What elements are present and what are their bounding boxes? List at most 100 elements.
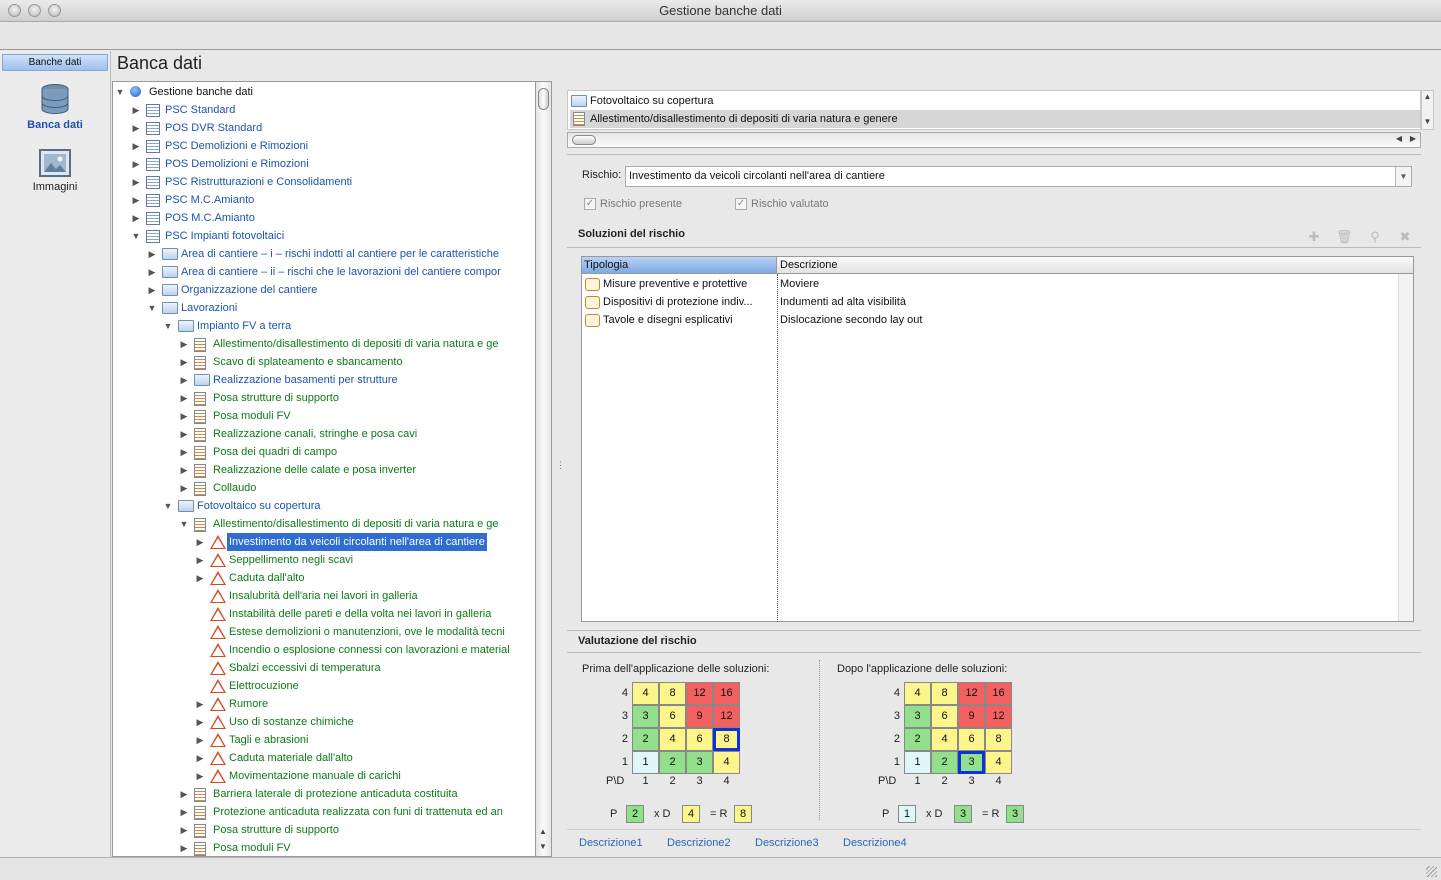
disclosure-closed-icon[interactable]: ▶	[179, 407, 189, 425]
tab-descrizione2[interactable]: Descrizione2	[667, 837, 731, 849]
tree-row[interactable]: ▼ Allestimento/disallestimento di deposit…	[113, 515, 535, 533]
tree-row[interactable]: ▼ Gestione banche dati	[113, 83, 535, 101]
tree-row[interactable]: ▶ Allestimento/disallestimento di deposit…	[113, 335, 535, 353]
close-window-button[interactable]	[8, 4, 21, 17]
table-scrollbar[interactable]	[1398, 274, 1413, 621]
disclosure-closed-icon[interactable]: ▶	[179, 425, 189, 443]
disclosure-closed-icon[interactable]: ▶	[179, 353, 189, 371]
disclosure-closed-icon[interactable]: ▶	[147, 263, 157, 281]
matrix-cell[interactable]: 8	[931, 682, 958, 705]
tree-row[interactable]: ▶ Movimentazione manuale di carichi	[113, 767, 535, 785]
tree-row[interactable]: ▶ POS Demolizioni e Rimozioni	[113, 155, 535, 173]
disclosure-closed-icon[interactable]: ▶	[195, 713, 205, 731]
disclosure-open-icon[interactable]: ▼	[179, 515, 189, 533]
tree-scrollbar-thumb[interactable]	[538, 88, 549, 110]
zoom-window-button[interactable]	[48, 4, 61, 17]
tree-row[interactable]: ▶ Investimento da veicoli circolanti nell…	[113, 533, 535, 551]
tree-row[interactable]: ▶ Protezione anticaduta realizzata con fu…	[113, 803, 535, 821]
matrix-cell[interactable]: 12	[713, 705, 740, 728]
disclosure-closed-icon[interactable]: ▶	[179, 461, 189, 479]
matrix-cell[interactable]: 6	[659, 705, 686, 728]
risk-select[interactable]: Investimento da veicoli circolanti nell'…	[625, 166, 1412, 187]
nav-item-immagini[interactable]: Immagini	[0, 149, 110, 193]
tree-row[interactable]: ▶ POS M.C.Amianto	[113, 209, 535, 227]
table-row[interactable]: Misure preventive e protettive Moviere	[582, 275, 1397, 293]
disclosure-closed-icon[interactable]: ▶	[147, 245, 157, 263]
disclosure-closed-icon[interactable]: ▶	[195, 695, 205, 713]
disclosure-closed-icon[interactable]: ▶	[179, 785, 189, 803]
scroll-left-arrow[interactable]: ◀	[1396, 134, 1402, 143]
tab-descrizione3[interactable]: Descrizione3	[755, 837, 819, 849]
disclosure-closed-icon[interactable]: ▶	[131, 101, 141, 119]
tree-row[interactable]: ▶ PSC Ristrutturazioni e Consolidamenti	[113, 173, 535, 191]
tab-descrizione4[interactable]: Descrizione4	[843, 837, 907, 849]
disclosure-closed-icon[interactable]: ▶	[131, 137, 141, 155]
disclosure-closed-icon[interactable]: ▶	[195, 767, 205, 785]
breadcrumb-scrollbar[interactable]: ▲ ▼	[1421, 90, 1434, 130]
tree-row[interactable]: Estese demolizioni o manutenzioni, ove l…	[113, 623, 535, 641]
minimize-window-button[interactable]	[28, 4, 41, 17]
risk-value[interactable]: 8	[734, 805, 752, 823]
matrix-cell[interactable]: 16	[985, 682, 1012, 705]
tree-row[interactable]: ▶ Organizzazione del cantiere	[113, 281, 535, 299]
nav-header[interactable]: Banche dati	[2, 54, 108, 71]
disclosure-closed-icon[interactable]: ▶	[131, 155, 141, 173]
matrix-cell[interactable]: 2	[632, 728, 659, 751]
tree-row[interactable]: ▶ Collaudo	[113, 479, 535, 497]
probability-value[interactable]: 2	[626, 805, 644, 823]
disclosure-open-icon[interactable]: ▼	[131, 227, 141, 245]
matrix-cell[interactable]: 3	[958, 751, 985, 774]
disclosure-closed-icon[interactable]: ▶	[195, 731, 205, 749]
scroll-down-arrow[interactable]: ▼	[539, 842, 547, 851]
disclosure-closed-icon[interactable]: ▶	[195, 569, 205, 587]
matrix-cell[interactable]: 4	[931, 728, 958, 751]
tree-row[interactable]: ▶ PSC Standard	[113, 101, 535, 119]
disclosure-closed-icon[interactable]: ▶	[147, 281, 157, 299]
disclosure-closed-icon[interactable]: ▶	[179, 443, 189, 461]
disclosure-closed-icon[interactable]: ▶	[179, 803, 189, 821]
trash-icon[interactable]: 🗑	[1336, 229, 1353, 245]
disclosure-open-icon[interactable]: ▼	[163, 317, 173, 335]
tree-row[interactable]: ▶ Caduta materiale dall'alto	[113, 749, 535, 767]
matrix-cell[interactable]: 8	[659, 682, 686, 705]
nav-item-banca-dati[interactable]: Banca dati	[0, 83, 110, 131]
tree-row[interactable]: ▶ Area di cantiere – ii – rischi che le l…	[113, 263, 535, 281]
tree-row[interactable]: ▶ Rumore	[113, 695, 535, 713]
tree-row[interactable]: ▶ PSC Demolizioni e Rimozioni	[113, 137, 535, 155]
tree-row[interactable]: ▶ POS DVR Standard	[113, 119, 535, 137]
disclosure-closed-icon[interactable]: ▶	[179, 335, 189, 353]
matrix-cell[interactable]: 3	[686, 751, 713, 774]
matrix-cell[interactable]: 1	[632, 751, 659, 774]
matrix-cell[interactable]: 6	[931, 705, 958, 728]
chevron-down-icon[interactable]: ▼	[1395, 167, 1411, 186]
tree-row[interactable]: Sbalzi eccessivi di temperatura	[113, 659, 535, 677]
tree-row[interactable]: ▶ Caduta dall'alto	[113, 569, 535, 587]
tree-row[interactable]: ▼ Impianto FV a terra	[113, 317, 535, 335]
tree-row[interactable]: ▶ PSC M.C.Amianto	[113, 191, 535, 209]
breadcrumb-item-folder[interactable]: Fotovoltaico su copertura	[570, 92, 1420, 110]
search-icon[interactable]: ⚲	[1367, 229, 1383, 245]
scroll-right-arrow[interactable]: ▶	[1410, 134, 1416, 143]
matrix-cell[interactable]: 4	[659, 728, 686, 751]
disclosure-closed-icon[interactable]: ▶	[179, 371, 189, 389]
disclosure-closed-icon[interactable]: ▶	[179, 839, 189, 856]
matrix-cell[interactable]: 4	[713, 751, 740, 774]
tree-row[interactable]: ▼ PSC Impianti fotovoltaici	[113, 227, 535, 245]
disclosure-closed-icon[interactable]: ▶	[131, 173, 141, 191]
matrix-cell[interactable]: 2	[904, 728, 931, 751]
tab-descrizione1[interactable]: Descrizione1	[579, 837, 643, 849]
matrix-cell[interactable]: 6	[958, 728, 985, 751]
matrix-cell[interactable]: 3	[632, 705, 659, 728]
matrix-cell[interactable]: 8	[713, 728, 740, 751]
disclosure-open-icon[interactable]: ▼	[115, 83, 125, 101]
hscroll-thumb[interactable]	[572, 135, 596, 145]
column-header-descrizione[interactable]: Descrizione	[778, 257, 1398, 273]
tree-row[interactable]: ▶ Posa dei quadri di campo	[113, 443, 535, 461]
matrix-cell[interactable]: 12	[958, 682, 985, 705]
matrix-cell[interactable]: 3	[904, 705, 931, 728]
disclosure-closed-icon[interactable]: ▶	[131, 119, 141, 137]
tree-row[interactable]: ▼ Lavorazioni	[113, 299, 535, 317]
matrix-cell[interactable]: 12	[686, 682, 713, 705]
remove-solution-icon[interactable]: ✖	[1397, 229, 1413, 245]
column-header-tipologia[interactable]: Tipologia	[582, 257, 777, 273]
